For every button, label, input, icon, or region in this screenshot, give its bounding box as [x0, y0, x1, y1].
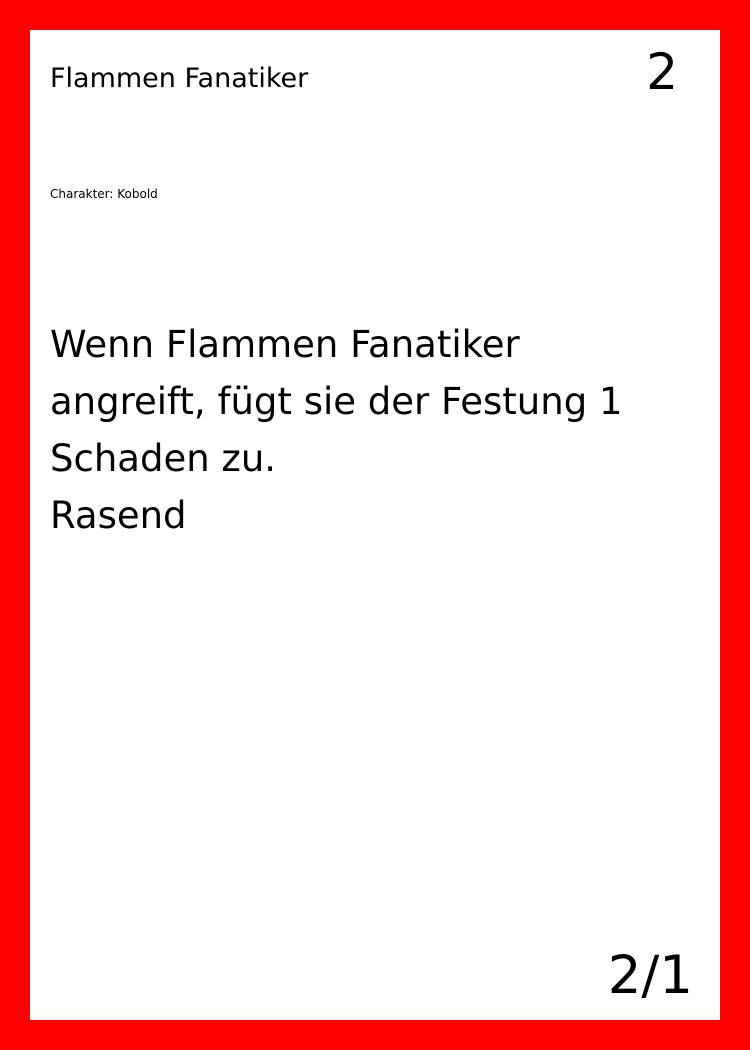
card-rules-text: Wenn Flammen Fanatiker angreift, fügt si…	[50, 316, 690, 544]
card-cost: 2	[646, 43, 678, 101]
card-type-line: Charakter: Kobold	[50, 187, 158, 201]
rules-text-line: angreift, fügt sie der Festung 1	[50, 380, 623, 423]
game-card[interactable]: Flammen Fanatiker 2 Charakter: Kobold We…	[30, 30, 720, 1020]
rules-text-line: Schaden zu.	[50, 437, 277, 480]
card-attack-health: 2/1	[607, 945, 693, 1006]
keyword-ability: Rasend	[50, 494, 187, 537]
rules-text-line: Wenn Flammen Fanatiker	[50, 323, 520, 366]
card-name: Flammen Fanatiker	[50, 63, 309, 94]
